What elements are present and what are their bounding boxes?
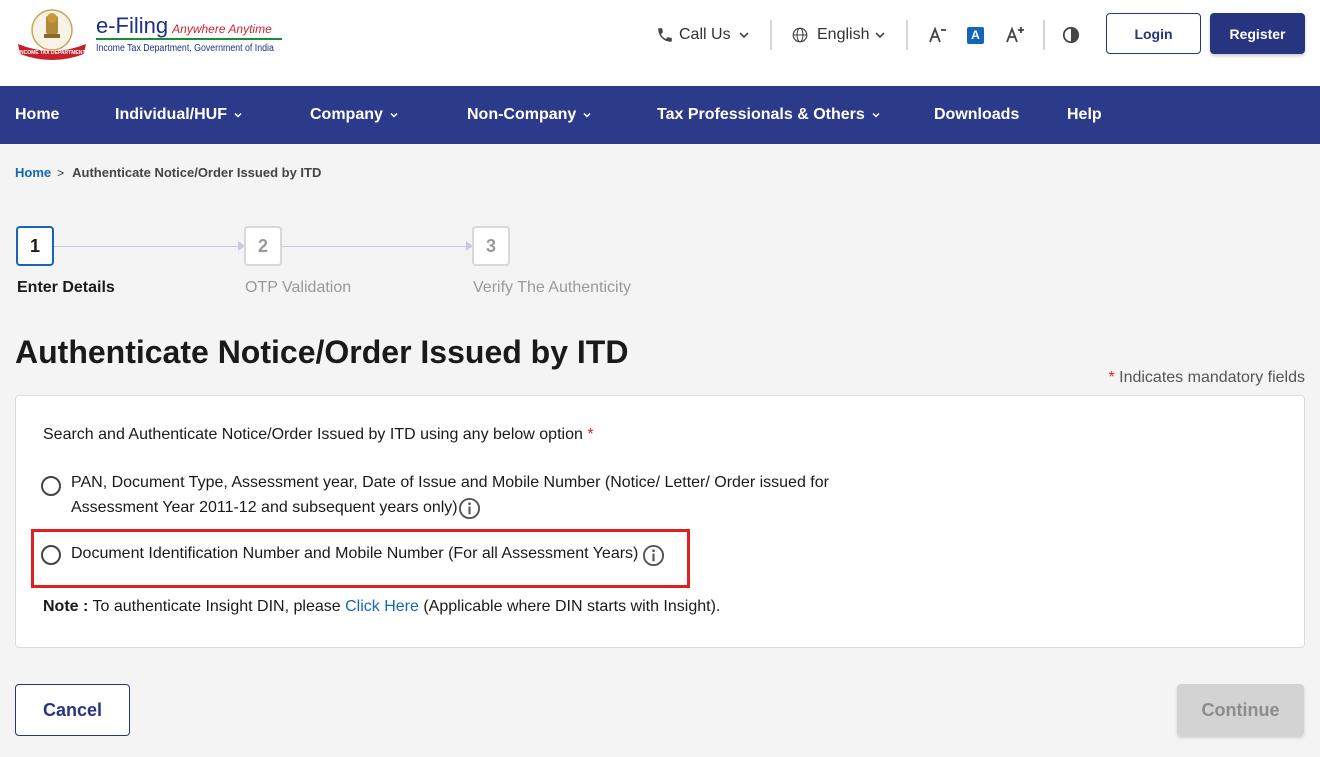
mandatory-text: Indicates mandatory fields: [1119, 369, 1305, 386]
nav-item-label: Tax Professionals & Others: [657, 106, 865, 123]
toolbar-divider: [906, 20, 908, 50]
required-star: *: [1108, 369, 1115, 386]
breadcrumb: Home > Authenticate Notice/Order Issued …: [15, 165, 321, 180]
text-decrease-icon: [929, 26, 946, 43]
nav-item-label: Home: [15, 106, 60, 123]
brand-tagline: Anywhere Anytime: [172, 22, 272, 36]
text-reset-glyph: A: [971, 28, 980, 42]
step-1-label: Enter Details: [17, 279, 115, 296]
chevron-down-icon: [583, 112, 591, 118]
nav-item-company[interactable]: Company: [310, 86, 399, 144]
nav-item-non-company[interactable]: Non-Company: [467, 86, 592, 144]
nav-item-individual-huf[interactable]: Individual/HUF: [115, 86, 243, 144]
language-label: English: [817, 26, 870, 43]
language-selector[interactable]: English: [791, 22, 886, 48]
option-pan-label-line2[interactable]: Assessment Year 2011-12 and subsequent y…: [71, 495, 458, 520]
mandatory-fields-note: * Indicates mandatory fields: [1108, 369, 1305, 387]
note-text-after: (Applicable where DIN starts with Insigh…: [423, 598, 721, 615]
toolbar-divider: [1043, 20, 1045, 50]
reset-font-button[interactable]: A: [967, 22, 984, 48]
login-button[interactable]: Login: [1106, 13, 1201, 54]
step-1-indicator: 1: [16, 226, 54, 266]
continue-button[interactable]: Continue: [1177, 684, 1304, 736]
call-us-label: Call Us: [679, 26, 731, 43]
info-icon[interactable]: [458, 497, 481, 520]
note-text-before: To authenticate Insight DIN, please: [92, 598, 341, 615]
text-increase-icon: [1006, 26, 1024, 43]
globe-icon: [792, 27, 808, 43]
chevron-down-icon: [234, 112, 242, 118]
option-pan-label-line1[interactable]: PAN, Document Type, Assessment year, Dat…: [71, 470, 829, 495]
chevron-down-icon: [390, 112, 398, 118]
options-lead-text: Search and Authenticate Notice/Order Iss…: [43, 426, 594, 444]
contrast-icon: [1062, 26, 1080, 44]
insight-din-note: Note : To authenticate Insight DIN, plea…: [43, 598, 720, 616]
breadcrumb-separator: >: [57, 165, 65, 180]
step-3-label: Verify The Authenticity: [473, 279, 632, 296]
brand-name: e-Filing: [96, 13, 169, 38]
note-label: Note :: [43, 598, 89, 615]
option-din-radio[interactable]: [41, 545, 61, 565]
nav-item-label: Non-Company: [467, 106, 577, 123]
nav-item-label: Help: [1067, 106, 1102, 123]
option-din-label[interactable]: Document Identification Number and Mobil…: [71, 541, 638, 566]
page-title: Authenticate Notice/Order Issued by ITD: [15, 334, 629, 370]
brand-divider: [96, 38, 282, 40]
chevron-down-icon: [875, 32, 886, 39]
nav-item-help[interactable]: Help: [1067, 86, 1102, 144]
nav-item-home[interactable]: Home: [15, 86, 59, 144]
main-nav: Home Individual/HUF Company Non-Company …: [0, 86, 1320, 144]
required-star: *: [587, 426, 594, 443]
register-button[interactable]: Register: [1210, 13, 1305, 54]
step-connector: [54, 246, 239, 247]
breadcrumb-home-link[interactable]: Home: [15, 165, 51, 180]
option-pan-radio[interactable]: [41, 476, 61, 496]
contrast-toggle[interactable]: [1062, 22, 1080, 48]
nav-item-label: Company: [310, 106, 383, 123]
emblem-logo-icon[interactable]: INCOME TAX DEPARTMENT: [14, 6, 90, 62]
top-header: INCOME TAX DEPARTMENT e-Filing Anywhere A…: [0, 0, 1320, 86]
step-2-label: OTP Validation: [245, 279, 352, 296]
nav-item-tax-professionals[interactable]: Tax Professionals & Others: [657, 86, 881, 144]
chevron-down-icon: [738, 32, 749, 39]
step-2-indicator: 2: [244, 226, 282, 266]
options-lead-label: Search and Authenticate Notice/Order Iss…: [43, 426, 583, 443]
chevron-down-icon: [872, 112, 880, 118]
nav-item-downloads[interactable]: Downloads: [934, 86, 1019, 144]
call-us-menu[interactable]: Call Us: [656, 22, 750, 48]
step-3-indicator: 3: [472, 226, 510, 266]
phone-icon: [658, 28, 672, 42]
click-here-link[interactable]: Click Here: [345, 598, 419, 615]
toolbar-divider: [770, 20, 772, 50]
info-icon[interactable]: [642, 544, 665, 567]
cancel-button[interactable]: Cancel: [15, 684, 130, 736]
step-connector: [282, 246, 467, 247]
brand-subtitle: Income Tax Department, Government of Ind…: [96, 43, 274, 54]
emblem-ribbon-text: INCOME TAX DEPARTMENT: [19, 50, 86, 56]
breadcrumb-current: Authenticate Notice/Order Issued by ITD: [72, 165, 322, 180]
nav-item-label: Downloads: [934, 106, 1020, 123]
increase-font-button[interactable]: [1005, 22, 1025, 48]
decrease-font-button[interactable]: [928, 22, 948, 48]
text-reset-icon: A: [967, 26, 984, 44]
brand-title[interactable]: e-Filing Anywhere Anytime: [96, 13, 272, 39]
nav-item-label: Individual/HUF: [115, 106, 227, 123]
